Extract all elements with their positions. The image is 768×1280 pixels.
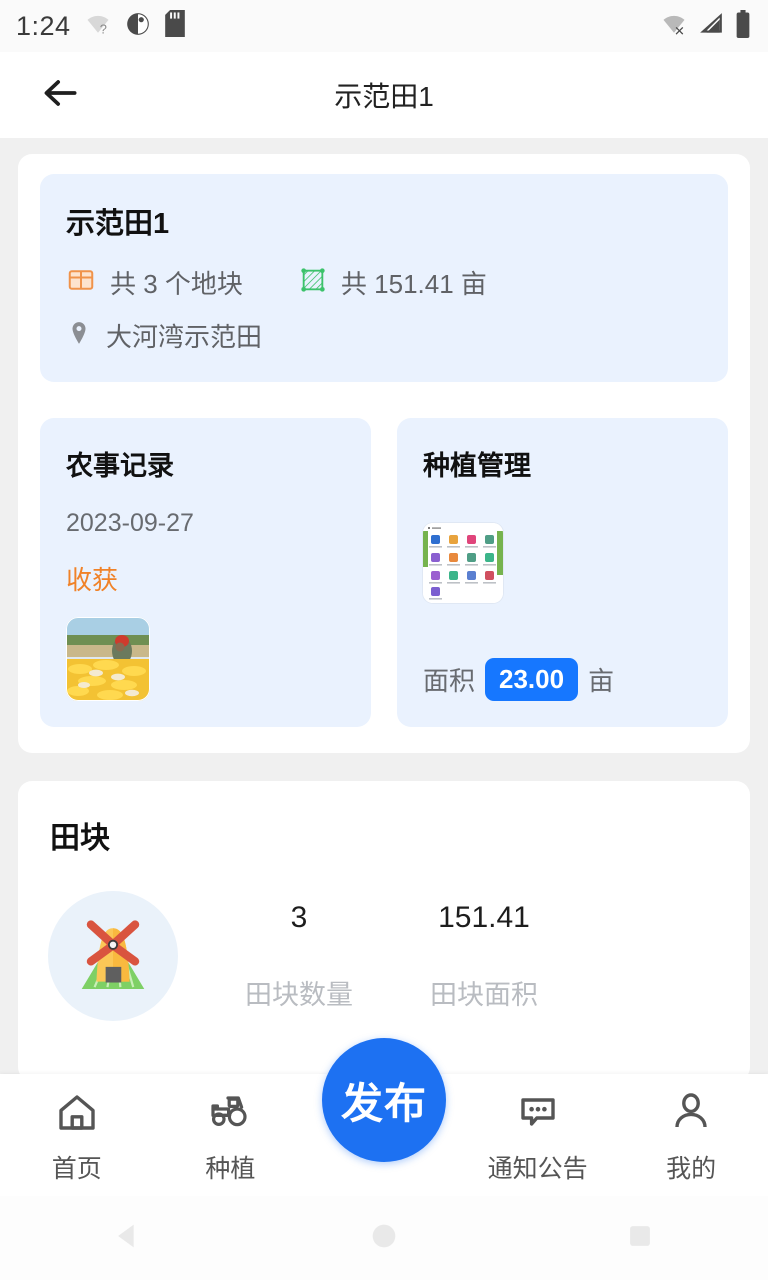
total-area-text: 共 151.41 亩 [340,269,487,299]
stat-field-area: 151.41 田块面积 [384,901,584,1012]
tab-publish[interactable]: 发布 [307,1038,461,1162]
stat-field-area-value: 151.41 [438,900,530,934]
page-title: 示范田1 [334,81,434,112]
tab-notifications[interactable]: 通知公告 [461,1074,615,1185]
planting-area-badge: 23.00 [485,658,579,701]
planting-management-title: 种植管理 [423,451,531,481]
summary-panel[interactable]: 示范田1 共 3 个地块 共 151.41 亩 大河湾示范田 [40,174,728,382]
farm-record-date: 2023-09-27 [66,509,194,537]
app-grid-screenshot[interactable] [423,523,503,603]
battery-full-icon [734,9,752,43]
tab-profile-label: 我的 [666,1155,717,1183]
overview-card: 示范田1 共 3 个地块 共 151.41 亩 大河湾示范田 农事记录 2023… [18,154,750,753]
nav-home-circle[interactable] [367,1219,401,1258]
windmill-icon-wrap [48,891,178,1021]
tab-profile[interactable]: 我的 [614,1074,768,1185]
farm-record-tile[interactable]: 农事记录 2023-09-27 收获 [40,418,371,727]
svg-text:?: ? [99,21,106,36]
summary-name: 示范田1 [66,208,170,240]
tab-notifications-label: 通知公告 [487,1155,588,1183]
tractor-icon [206,1088,254,1141]
nav-recents-square[interactable] [623,1219,657,1258]
corn-harvest-photo[interactable] [66,617,150,701]
tile-spacer [423,603,704,624]
bottom-tab-bar: 首页 种植 发布 通知公告 我的 [0,1038,768,1196]
status-time: 1:24 [16,10,71,41]
planting-area-line: 面积 23.00 亩 [423,658,704,701]
total-area-metric: 共 151.41 亩 [299,264,487,301]
wifi-question-icon: ? [84,10,112,43]
tab-planting[interactable]: 种植 [154,1074,308,1185]
feature-tiles: 农事记录 2023-09-27 收获 种植管理 面积 23.00 亩 [40,418,728,727]
tab-planting-label: 种植 [205,1155,256,1183]
location-pin-icon [66,320,92,351]
sdcard-icon [164,10,186,42]
stat-field-count: 3 田块数量 [214,901,384,1012]
arrow-left-icon [38,71,82,120]
nav-back-triangle[interactable] [111,1219,145,1258]
status-bar: 1:24 ? ✕ [0,0,768,52]
plot-count-text: 共 3 个地块 [110,269,243,299]
summary-location-row: 大河湾示范田 [66,317,702,354]
farm-record-title: 农事记录 [66,451,174,481]
location-text: 大河湾示范田 [106,322,263,352]
stat-field-count-value: 3 [290,900,308,934]
status-bar-left: 1:24 ? [16,10,186,43]
app-header: 示范田1 [0,52,768,138]
field-block-stats[interactable]: 3 田块数量 151.41 田块面积 [40,891,728,1021]
contrast-icon [125,11,151,42]
tab-home[interactable]: 首页 [0,1074,154,1185]
person-icon [667,1088,715,1141]
message-icon [514,1088,562,1141]
svg-text:✕: ✕ [674,23,685,37]
location-metric: 大河湾示范田 [66,317,262,354]
field-block-title: 田块 [50,822,110,855]
cellular-signal-icon [698,11,724,42]
planting-management-tile[interactable]: 种植管理 面积 23.00 亩 [397,418,728,727]
farm-record-tag: 收获 [66,565,119,595]
stat-field-area-label: 田块面积 [430,979,538,1010]
publish-fab[interactable]: 发布 [321,1038,446,1162]
back-button[interactable] [24,59,96,131]
summary-metrics-row: 共 3 个地块 共 151.41 亩 [66,264,702,301]
field-block-card: 田块 3 田块数量 151.41 田块面积 [18,781,750,1081]
windmill-icon [67,908,159,1005]
home-icon [53,1088,101,1141]
planting-area-unit: 亩 [588,666,615,696]
field-plot-icon [66,265,96,300]
area-polygon-icon [299,266,327,299]
planting-area-label: 面积 [423,666,476,696]
android-navigation-bar [0,1196,768,1280]
wifi-off-icon: ✕ [660,10,688,43]
status-bar-right: ✕ [660,9,752,43]
tab-home-label: 首页 [51,1155,102,1183]
stat-field-count-label: 田块数量 [245,979,353,1010]
plot-count-metric: 共 3 个地块 [66,264,243,301]
scroll-content[interactable]: 示范田1 共 3 个地块 共 151.41 亩 大河湾示范田 农事记录 2023… [0,138,768,1140]
